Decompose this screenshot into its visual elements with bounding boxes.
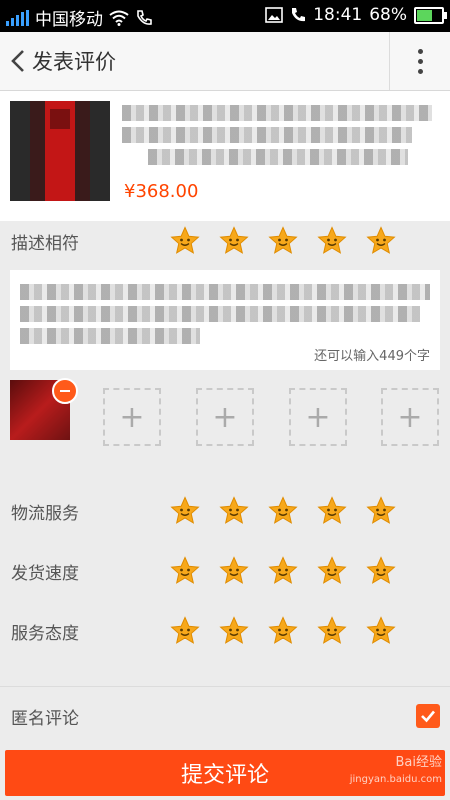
anonymous-row: 匿名评论	[0, 686, 450, 745]
star-rating[interactable]	[170, 616, 396, 646]
product-card: ¥368.00	[0, 91, 450, 221]
carrier-name: 中国移动	[35, 10, 103, 30]
rating-label: 物流服务	[11, 503, 79, 524]
wifi-icon	[109, 10, 129, 26]
rating-row-description: 描述相符	[0, 214, 450, 268]
comment-text-blurred	[20, 284, 430, 300]
star-icon[interactable]	[170, 226, 200, 256]
star-rating[interactable]	[170, 226, 396, 256]
battery-percent: 68%	[369, 5, 407, 25]
status-bar: 中国移动 18:41 68%	[0, 0, 450, 32]
more-vertical-icon	[417, 48, 423, 54]
call-icon	[137, 9, 152, 25]
anonymous-checkbox[interactable]	[416, 704, 440, 728]
checkmark-icon	[421, 710, 435, 723]
char-counter: 还可以输入449个字	[314, 349, 430, 364]
anonymous-label: 匿名评论	[11, 709, 79, 729]
comment-textarea[interactable]: 还可以输入449个字	[10, 270, 440, 370]
more-menu-button[interactable]	[390, 32, 450, 90]
star-icon[interactable]	[170, 556, 200, 586]
star-icon[interactable]	[317, 616, 347, 646]
rating-row-shipping-speed: 发货速度	[0, 544, 450, 598]
add-photo-button[interactable]: +	[381, 388, 439, 446]
star-icon[interactable]	[170, 616, 200, 646]
star-icon[interactable]	[268, 556, 298, 586]
star-rating[interactable]	[170, 496, 396, 526]
baidu-watermark: Bai经验 jingyan.baidu.com	[349, 755, 442, 785]
rating-label: 描述相符	[11, 233, 79, 254]
product-price: ¥368.00	[124, 181, 199, 202]
product-title-blurred	[122, 105, 432, 121]
photo-uploads: + + + +	[0, 378, 450, 450]
rating-label: 发货速度	[11, 563, 79, 584]
plus-icon: +	[212, 399, 238, 435]
rating-row-service-attitude: 服务态度	[0, 604, 450, 658]
chevron-left-icon	[11, 50, 24, 72]
star-icon[interactable]	[366, 496, 396, 526]
star-rating[interactable]	[170, 556, 396, 586]
product-image	[10, 101, 110, 201]
star-icon[interactable]	[317, 496, 347, 526]
star-icon[interactable]	[366, 556, 396, 586]
star-icon[interactable]	[366, 226, 396, 256]
product-title-blurred	[148, 149, 408, 165]
comment-text-blurred	[20, 306, 420, 322]
star-icon[interactable]	[170, 496, 200, 526]
minus-icon	[60, 390, 70, 392]
image-icon	[265, 7, 284, 23]
battery-icon	[414, 6, 447, 24]
plus-icon: +	[305, 399, 331, 435]
star-icon[interactable]	[268, 226, 298, 256]
page-title: 发表评价	[32, 50, 116, 74]
clock: 18:41	[313, 5, 363, 25]
remove-photo-button[interactable]	[52, 378, 78, 404]
add-photo-button[interactable]: +	[196, 388, 254, 446]
add-photo-button[interactable]: +	[103, 388, 161, 446]
plus-icon: +	[119, 399, 145, 435]
star-icon[interactable]	[366, 616, 396, 646]
rating-row-logistics: 物流服务	[0, 484, 450, 538]
star-icon[interactable]	[268, 496, 298, 526]
star-icon[interactable]	[317, 226, 347, 256]
rating-label: 服务态度	[11, 623, 79, 644]
back-button[interactable]	[6, 44, 32, 78]
signal-icon	[6, 9, 29, 26]
add-photo-button[interactable]: +	[289, 388, 347, 446]
star-icon[interactable]	[317, 556, 347, 586]
app-header: 发表评价	[0, 32, 450, 91]
star-icon[interactable]	[219, 616, 249, 646]
star-icon[interactable]	[219, 556, 249, 586]
phone-icon	[292, 8, 306, 22]
star-icon[interactable]	[219, 226, 249, 256]
star-icon[interactable]	[268, 616, 298, 646]
comment-text-blurred	[20, 328, 200, 344]
plus-icon: +	[397, 399, 423, 435]
product-title-blurred	[122, 127, 412, 143]
star-icon[interactable]	[219, 496, 249, 526]
